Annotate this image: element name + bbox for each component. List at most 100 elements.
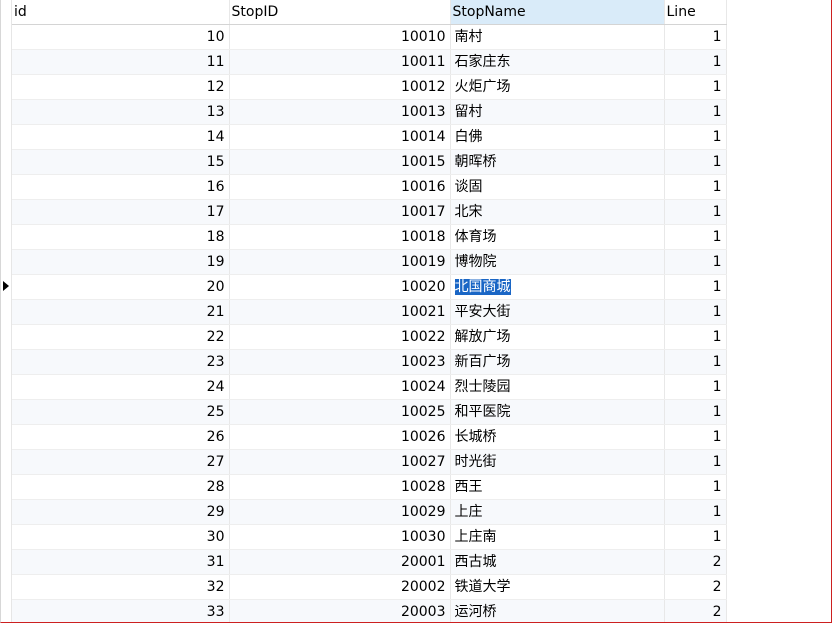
- cell-id[interactable]: 31: [12, 549, 230, 575]
- table-row[interactable]: 31 20001 西古城 2: [12, 549, 727, 575]
- table-row[interactable]: 29 10029 上庄 1: [12, 499, 727, 525]
- cell-stopname[interactable]: 运河桥: [450, 599, 665, 622]
- cell-line[interactable]: 1: [664, 74, 727, 100]
- cell-stopid[interactable]: 10028: [229, 474, 451, 500]
- cell-stopid[interactable]: 20001: [229, 549, 451, 575]
- table-row[interactable]: 10 10010 南村 1: [12, 24, 727, 50]
- cell-stopid[interactable]: 10011: [229, 49, 451, 75]
- cell-id[interactable]: 15: [12, 149, 230, 175]
- cell-id[interactable]: 28: [12, 474, 230, 500]
- cell-stopname[interactable]: 解放广场: [450, 324, 665, 350]
- cell-stopid[interactable]: 10010: [229, 24, 451, 50]
- cell-stopname[interactable]: 上庄南: [450, 524, 665, 550]
- cell-line[interactable]: 1: [664, 474, 727, 500]
- table-row[interactable]: 18 10018 体育场 1: [12, 224, 727, 250]
- cell-line[interactable]: 1: [664, 299, 727, 325]
- cell-stopid[interactable]: 10029: [229, 499, 451, 525]
- cell-id[interactable]: 20: [12, 274, 230, 300]
- cell-stopid[interactable]: 10027: [229, 449, 451, 475]
- cell-stopid[interactable]: 20002: [229, 574, 451, 600]
- cell-stopname[interactable]: 博物院: [450, 249, 665, 275]
- cell-stopname[interactable]: 上庄: [450, 499, 665, 525]
- cell-id[interactable]: 24: [12, 374, 230, 400]
- table-row[interactable]: 14 10014 白佛 1: [12, 124, 727, 150]
- cell-id[interactable]: 19: [12, 249, 230, 275]
- cell-id[interactable]: 18: [12, 224, 230, 250]
- cell-id[interactable]: 12: [12, 74, 230, 100]
- cell-stopname[interactable]: 烈士陵园: [450, 374, 665, 400]
- cell-line[interactable]: 1: [664, 524, 727, 550]
- cell-stopid[interactable]: 10015: [229, 149, 451, 175]
- cell-line[interactable]: 1: [664, 249, 727, 275]
- cell-id[interactable]: 10: [12, 24, 230, 50]
- cell-stopname[interactable]: 白佛: [450, 124, 665, 150]
- table-row[interactable]: 27 10027 时光街 1: [12, 449, 727, 475]
- cell-line[interactable]: 1: [664, 274, 727, 300]
- cell-stopname[interactable]: 体育场: [450, 224, 665, 250]
- cell-id[interactable]: 22: [12, 324, 230, 350]
- cell-line[interactable]: 1: [664, 374, 727, 400]
- cell-id[interactable]: 23: [12, 349, 230, 375]
- cell-stopid[interactable]: 10023: [229, 349, 451, 375]
- table-row[interactable]: 24 10024 烈士陵园 1: [12, 374, 727, 400]
- cell-id[interactable]: 30: [12, 524, 230, 550]
- cell-id[interactable]: 33: [12, 599, 230, 622]
- column-header-id[interactable]: id: [12, 0, 230, 25]
- cell-stopname[interactable]: 朝晖桥: [450, 149, 665, 175]
- cell-id[interactable]: 14: [12, 124, 230, 150]
- cell-line[interactable]: 1: [664, 349, 727, 375]
- cell-line[interactable]: 1: [664, 324, 727, 350]
- cell-stopname[interactable]: 平安大街: [450, 299, 665, 325]
- cell-line[interactable]: 1: [664, 424, 727, 450]
- selected-cell-text[interactable]: 北国商城: [454, 279, 511, 295]
- cell-stopname[interactable]: 北国商城: [450, 274, 665, 300]
- table-row[interactable]: 23 10023 新百广场 1: [12, 349, 727, 375]
- cell-line[interactable]: 1: [664, 224, 727, 250]
- cell-id[interactable]: 13: [12, 99, 230, 125]
- cell-stopid[interactable]: 10020: [229, 274, 451, 300]
- cell-line[interactable]: 1: [664, 199, 727, 225]
- cell-stopid[interactable]: 10026: [229, 424, 451, 450]
- cell-stopid[interactable]: 10018: [229, 224, 451, 250]
- cell-line[interactable]: 1: [664, 399, 727, 425]
- cell-id[interactable]: 25: [12, 399, 230, 425]
- cell-line[interactable]: 1: [664, 449, 727, 475]
- table-row[interactable]: 22 10022 解放广场 1: [12, 324, 727, 350]
- cell-stopname[interactable]: 新百广场: [450, 349, 665, 375]
- cell-stopname[interactable]: 留村: [450, 99, 665, 125]
- cell-line[interactable]: 1: [664, 499, 727, 525]
- cell-id[interactable]: 26: [12, 424, 230, 450]
- table-row[interactable]: 16 10016 谈固 1: [12, 174, 727, 200]
- cell-stopid[interactable]: 10014: [229, 124, 451, 150]
- cell-id[interactable]: 16: [12, 174, 230, 200]
- cell-stopname[interactable]: 谈固: [450, 174, 665, 200]
- table-row[interactable]: 20 10020 北国商城 1: [12, 274, 727, 300]
- cell-id[interactable]: 29: [12, 499, 230, 525]
- table-row[interactable]: 19 10019 博物院 1: [12, 249, 727, 275]
- column-header-stopname[interactable]: StopName: [450, 0, 665, 25]
- cell-line[interactable]: 1: [664, 24, 727, 50]
- table-row[interactable]: 26 10026 长城桥 1: [12, 424, 727, 450]
- cell-id[interactable]: 17: [12, 199, 230, 225]
- table-row[interactable]: 32 20002 铁道大学 2: [12, 574, 727, 600]
- cell-stopname[interactable]: 和平医院: [450, 399, 665, 425]
- cell-stopname[interactable]: 北宋: [450, 199, 665, 225]
- cell-stopname[interactable]: 火炬广场: [450, 74, 665, 100]
- cell-stopid[interactable]: 10016: [229, 174, 451, 200]
- cell-stopname[interactable]: 南村: [450, 24, 665, 50]
- cell-line[interactable]: 1: [664, 124, 727, 150]
- cell-line[interactable]: 2: [664, 574, 727, 600]
- cell-id[interactable]: 32: [12, 574, 230, 600]
- cell-stopname[interactable]: 长城桥: [450, 424, 665, 450]
- cell-stopid[interactable]: 10012: [229, 74, 451, 100]
- column-header-line[interactable]: Line: [664, 0, 727, 25]
- table-row[interactable]: 21 10021 平安大街 1: [12, 299, 727, 325]
- cell-line[interactable]: 2: [664, 599, 727, 622]
- cell-line[interactable]: 2: [664, 549, 727, 575]
- cell-stopid[interactable]: 10022: [229, 324, 451, 350]
- cell-stopname[interactable]: 时光街: [450, 449, 665, 475]
- cell-stopname[interactable]: 铁道大学: [450, 574, 665, 600]
- column-header-stopid[interactable]: StopID: [229, 0, 451, 25]
- cell-stopname[interactable]: 西王: [450, 474, 665, 500]
- cell-line[interactable]: 1: [664, 99, 727, 125]
